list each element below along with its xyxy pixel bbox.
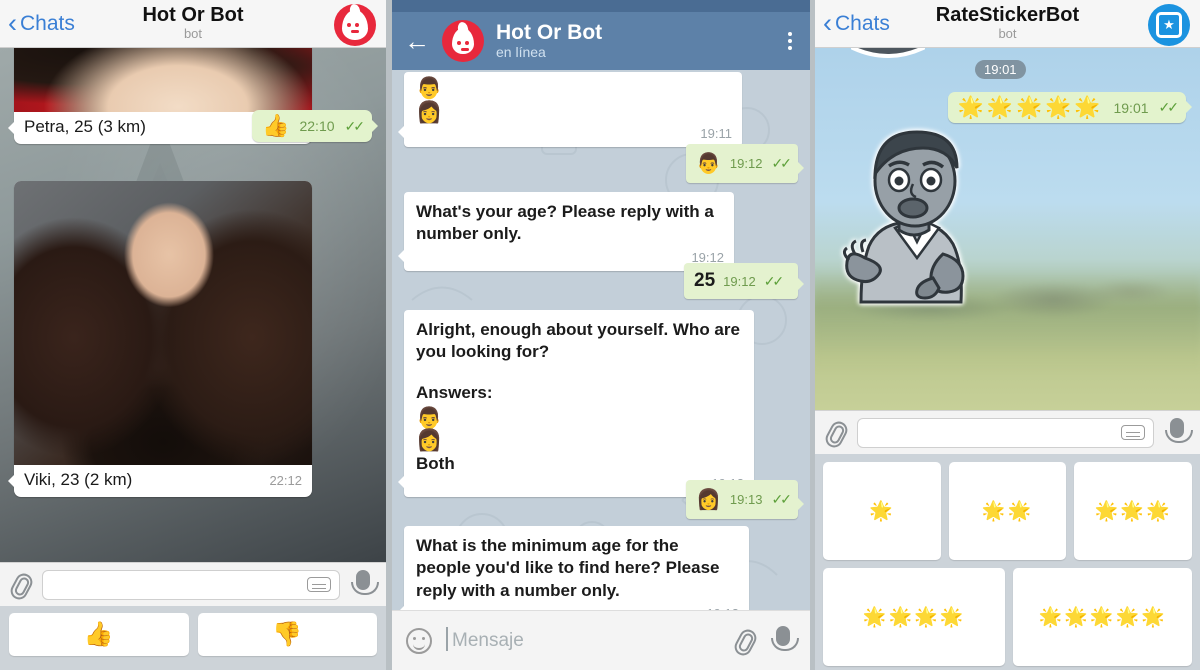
message-text: 25 bbox=[694, 270, 716, 291]
message-time: 19:12 bbox=[729, 156, 763, 171]
status-bar bbox=[392, 0, 810, 12]
panel-hot-or-bot-ios: ‹ Chats Hot Or Bot bot Petra, 25 (3 km) bbox=[0, 0, 386, 670]
microphone-icon[interactable] bbox=[770, 625, 799, 656]
message-time: 22:10 bbox=[299, 118, 335, 134]
overflow-menu-icon[interactable] bbox=[782, 29, 798, 53]
panel1-custom-keyboard: 👍 👎 bbox=[0, 606, 386, 670]
answer-option-both[interactable]: Both bbox=[404, 452, 754, 474]
online-status: en línea bbox=[496, 44, 546, 61]
chevron-left-icon: ‹ bbox=[8, 7, 17, 38]
smiley-icon[interactable] bbox=[406, 627, 432, 654]
emoji-line: 👩 bbox=[416, 101, 443, 125]
panel3-message-list[interactable]: 19:01 🌟🌟🌟🌟🌟 19:01 ✓✓ bbox=[815, 48, 1200, 454]
read-ticks-icon: ✓✓ bbox=[1158, 99, 1180, 115]
back-label: Chats bbox=[835, 11, 890, 35]
panel3-input-bar bbox=[815, 410, 1200, 454]
photo-caption: Petra, 25 (3 km) bbox=[24, 117, 146, 136]
keyboard-row: 🌟🌟🌟🌟 🌟🌟🌟🌟🌟 bbox=[823, 568, 1192, 666]
rate-4-star-key[interactable]: 🌟🌟🌟🌟 bbox=[823, 568, 1006, 666]
keyboard-icon[interactable] bbox=[307, 577, 331, 592]
panel-ratestickerbot-ios: ‹ Chats RateStickerBot bot ★ 19:01 🌟🌟🌟🌟🌟… bbox=[815, 0, 1200, 670]
message-bubble-age-question[interactable]: What's your age? Please reply with a num… bbox=[398, 192, 734, 271]
emoji-line: 👨 bbox=[416, 77, 443, 100]
message-bubble-outgoing-woman-emoji[interactable]: 👩 19:13 ✓✓ bbox=[686, 480, 804, 519]
star-rating-icons: 🌟🌟🌟🌟🌟 bbox=[957, 96, 1104, 119]
message-text: Alright, enough about yourself. Who are … bbox=[416, 320, 740, 362]
rate-2-star-key[interactable]: 🌟🌟 bbox=[948, 462, 1067, 560]
paperclip-icon[interactable] bbox=[10, 571, 32, 599]
panel2-header: ← Hot Or Bot en línea bbox=[392, 12, 810, 70]
message-time: 22:12 bbox=[269, 473, 302, 488]
read-ticks-icon: ✓✓ bbox=[344, 117, 366, 134]
paperclip-icon[interactable] bbox=[825, 419, 847, 447]
message-time: 19:11 bbox=[700, 126, 732, 142]
panel3-rating-keyboard: 🌟 🌟🌟 🌟🌟🌟 🌟🌟🌟🌟 🌟🌟🌟🌟🌟 bbox=[815, 454, 1200, 670]
message-bubble-age-answer[interactable]: 25 19:12 ✓✓ bbox=[684, 263, 804, 299]
rate-1-star-key[interactable]: 🌟 bbox=[823, 462, 941, 560]
panel1-input-bar bbox=[0, 562, 386, 606]
back-label: Chats bbox=[20, 11, 75, 35]
message-bubble-outgoing-man-emoji[interactable]: 👨 19:12 ✓✓ bbox=[686, 144, 804, 183]
message-text: What's your age? Please reply with a num… bbox=[416, 202, 714, 244]
read-ticks-icon: ✓✓ bbox=[771, 155, 792, 171]
profile-photo-petra bbox=[14, 48, 312, 112]
profile-photo-viki bbox=[14, 181, 312, 465]
keyboard-row: 🌟 🌟🌟 🌟🌟🌟 bbox=[823, 462, 1193, 560]
screenshot-collage: ‹ Chats Hot Or Bot bot Petra, 25 (3 km) bbox=[0, 0, 1200, 670]
message-input[interactable] bbox=[857, 417, 1154, 448]
read-ticks-icon: ✓✓ bbox=[763, 272, 785, 289]
woman-emoji-icon: 👩 bbox=[696, 489, 721, 511]
message-input[interactable]: Mensaje bbox=[446, 626, 720, 652]
thumbs-up-emoji-icon: 👍 bbox=[262, 113, 290, 138]
panel2-message-list[interactable]: 👨 👩 19:11 👨 19:12 ✓✓ What's your age? Pl… bbox=[392, 70, 810, 610]
read-ticks-icon: ✓✓ bbox=[771, 491, 792, 507]
chevron-left-icon: ‹ bbox=[823, 7, 832, 38]
panel-hot-or-bot-android: ← Hot Or Bot en línea 👨 👩 19:11 👨 19:12 … bbox=[392, 0, 810, 670]
message-bubble-emoji-pair[interactable]: 👨 👩 19:11 bbox=[398, 72, 742, 148]
flame-avatar-icon[interactable] bbox=[334, 4, 376, 46]
cartoon-man-sticker[interactable] bbox=[831, 126, 1001, 304]
cartoon-man-sticker-partial[interactable] bbox=[843, 48, 933, 74]
message-bubble-rating[interactable]: 🌟🌟🌟🌟🌟 19:01 ✓✓ bbox=[947, 92, 1193, 123]
answers-label: Answers: bbox=[416, 382, 493, 402]
message-bubble-min-age-question[interactable]: What is the minimum age for the people y… bbox=[398, 526, 749, 610]
photo-caption: Viki, 23 (2 km) bbox=[24, 470, 133, 489]
microphone-icon[interactable] bbox=[350, 569, 379, 600]
message-time: 19:12 bbox=[723, 273, 756, 289]
message-placeholder: Mensaje bbox=[452, 629, 524, 651]
photo-caption-row: Viki, 23 (2 km) 22:12 bbox=[14, 465, 312, 497]
message-time: 19:01 bbox=[1113, 99, 1149, 116]
paperclip-icon[interactable] bbox=[734, 627, 756, 655]
message-input[interactable] bbox=[42, 569, 340, 600]
rate-5-star-key[interactable]: 🌟🌟🌟🌟🌟 bbox=[1013, 568, 1192, 666]
rate-3-star-key[interactable]: 🌟🌟🌟 bbox=[1074, 462, 1193, 560]
text-caret bbox=[446, 626, 448, 651]
thumbs-up-key[interactable]: 👍 bbox=[9, 613, 189, 656]
date-time-badge: 19:01 bbox=[975, 60, 1026, 79]
message-time: 19:13 bbox=[729, 492, 763, 507]
panel3-header: ‹ Chats RateStickerBot bot ★ bbox=[815, 0, 1200, 48]
answer-option-man[interactable]: 👨 bbox=[404, 408, 754, 430]
outgoing-emoji-message[interactable]: 👍 22:10 ✓✓ bbox=[252, 110, 378, 142]
back-to-chats-button[interactable]: ‹ Chats bbox=[0, 7, 75, 38]
page-title: Hot Or Bot bbox=[496, 21, 603, 45]
back-to-chats-button[interactable]: ‹ Chats bbox=[815, 7, 890, 38]
photo-message-viki[interactable]: Viki, 23 (2 km) 22:12 bbox=[8, 181, 312, 497]
back-arrow-icon[interactable]: ← bbox=[404, 28, 430, 54]
answer-option-woman[interactable]: 👩 bbox=[404, 430, 754, 452]
panel2-input-bar: Mensaje bbox=[392, 610, 810, 670]
flame-avatar-icon[interactable] bbox=[442, 20, 484, 62]
thumbs-down-key[interactable]: 👎 bbox=[197, 613, 377, 656]
panel2-title-block[interactable]: Hot Or Bot en línea bbox=[496, 21, 602, 61]
panel1-message-list[interactable]: Petra, 25 (3 km) 22:10 👍 22:10 ✓✓ Viki, … bbox=[0, 48, 386, 562]
keyboard-icon[interactable] bbox=[1121, 425, 1145, 440]
message-bubble-looking-for[interactable]: Alright, enough about yourself. Who are … bbox=[398, 310, 754, 498]
microphone-icon[interactable] bbox=[1164, 417, 1193, 448]
man-emoji-icon: 👨 bbox=[696, 153, 721, 175]
robot-avatar-icon[interactable]: ★ bbox=[1148, 4, 1190, 46]
panel1-header: ‹ Chats Hot Or Bot bot bbox=[0, 0, 386, 48]
message-text: What is the minimum age for the people y… bbox=[416, 536, 720, 600]
